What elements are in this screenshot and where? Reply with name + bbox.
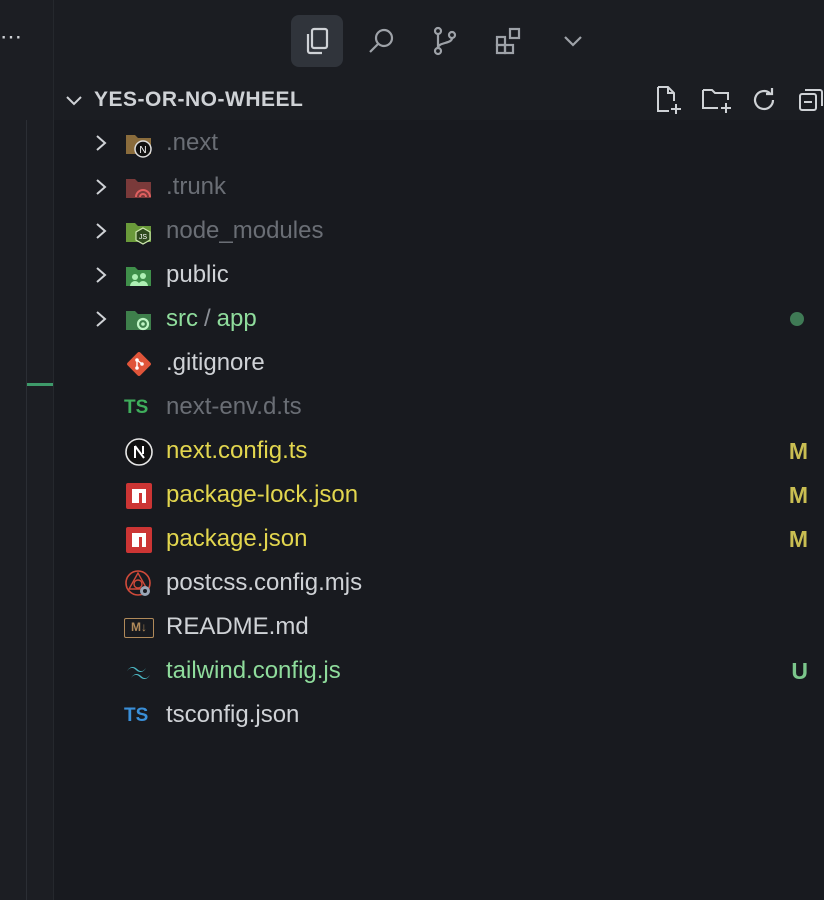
chevron-down-icon	[564, 36, 582, 47]
collapse-all-icon[interactable]	[796, 84, 824, 116]
extensions-view-button[interactable]	[483, 15, 535, 67]
tree-item-package-lock[interactable]: package-lock.json M	[54, 473, 824, 517]
tree-item-label: tailwind.config.js	[166, 657, 341, 684]
trunk-folder-icon	[126, 179, 151, 198]
src-folder-icon	[126, 311, 151, 331]
tree-item-label: package-lock.json	[166, 481, 359, 508]
svg-text:JS: JS	[139, 234, 148, 241]
path-segment: app	[216, 305, 257, 332]
refresh-icon[interactable]	[748, 84, 780, 116]
source-control-view-button[interactable]	[419, 15, 471, 67]
public-folder-icon	[126, 267, 151, 286]
tree-item-label: node_modules	[166, 217, 324, 244]
chevron-right-icon[interactable]	[92, 265, 110, 285]
chevron-right-icon[interactable]	[92, 177, 110, 197]
explorer-view-button[interactable]	[291, 15, 343, 67]
git-status-badge: M	[788, 526, 808, 552]
tree-item-label: src / app	[166, 304, 257, 334]
tree-item-label: package.json	[166, 525, 308, 552]
new-folder-icon[interactable]	[700, 84, 734, 116]
tree-item-label: next-env.d.ts	[166, 393, 302, 420]
tree-item-postcss-config[interactable]: postcss.config.mjs	[54, 561, 824, 605]
git-status-badge: U	[791, 658, 808, 684]
tree-item-next-config[interactable]: next.config.ts M	[54, 429, 824, 473]
git-icon	[127, 352, 151, 376]
tree-item-next-folder[interactable]: N .next	[54, 121, 824, 165]
tree-item-tailwind-config[interactable]: tailwind.config.js U	[54, 649, 824, 693]
more-views-button[interactable]	[547, 15, 599, 67]
extensions-icon	[495, 27, 521, 55]
tree-item-node-modules-folder[interactable]: JS node_modules	[54, 209, 824, 253]
explorer-section-header[interactable]: YES-OR-NO-WHEEL	[54, 80, 824, 120]
path-segment: src	[166, 305, 198, 332]
collapse-chevron-icon[interactable]	[64, 90, 84, 110]
new-file-icon[interactable]	[652, 84, 684, 116]
search-view-button[interactable]	[355, 15, 407, 67]
npm-icon	[126, 483, 152, 509]
git-status-badge: M	[788, 438, 808, 464]
file-tree: N .next .trunk JS node_modules public sr…	[54, 121, 824, 737]
tree-item-label: tsconfig.json	[166, 701, 300, 728]
more-actions-icon[interactable]: ⋯	[0, 26, 23, 48]
tree-item-gitignore[interactable]: .gitignore	[54, 341, 824, 385]
typescript-icon: TS	[124, 397, 149, 418]
files-icon	[306, 27, 329, 55]
tree-item-tsconfig[interactable]: TS tsconfig.json	[54, 693, 824, 737]
postcss-icon	[125, 570, 151, 596]
tailwind-icon	[127, 666, 150, 680]
tree-item-public-folder[interactable]: public	[54, 253, 824, 297]
tree-item-label: .next	[166, 129, 219, 156]
chevron-right-icon[interactable]	[92, 309, 110, 329]
next-folder-icon: N	[126, 135, 152, 158]
source-control-icon	[433, 26, 457, 56]
tree-item-readme[interactable]: M↓ README.md	[54, 605, 824, 649]
chevron-right-icon[interactable]	[92, 221, 110, 241]
tsconfig-icon: TS	[124, 705, 149, 726]
tree-item-label: .trunk	[166, 173, 227, 200]
git-status-badge: M	[788, 482, 808, 508]
nextjs-icon	[125, 438, 153, 466]
tree-item-label: postcss.config.mjs	[166, 569, 363, 596]
tree-item-next-env[interactable]: TS next-env.d.ts	[54, 385, 824, 429]
activity-strip: ⋯	[0, 0, 54, 900]
modified-dot-indicator	[790, 312, 804, 326]
tree-item-label: .gitignore	[166, 349, 265, 376]
path-separator: /	[204, 305, 211, 332]
markdown-icon: M↓	[124, 618, 154, 638]
tree-item-package-json[interactable]: package.json M	[54, 517, 824, 561]
tree-item-label: next.config.ts	[166, 437, 308, 464]
search-icon	[369, 28, 394, 53]
view-switcher-toolbar	[54, 0, 824, 80]
tree-item-label: README.md	[166, 613, 309, 640]
tree-item-src-app-folder[interactable]: src / app	[54, 297, 824, 341]
workspace-title: YES-OR-NO-WHEEL	[94, 88, 304, 111]
tree-item-trunk-folder[interactable]: .trunk	[54, 165, 824, 209]
npm-icon	[126, 527, 152, 553]
tree-item-label: public	[166, 261, 229, 288]
node-folder-icon: JS	[126, 223, 151, 245]
chevron-right-icon[interactable]	[92, 133, 110, 153]
panel-divider	[26, 120, 27, 900]
svg-text:N: N	[139, 145, 146, 156]
active-indicator	[27, 383, 54, 386]
